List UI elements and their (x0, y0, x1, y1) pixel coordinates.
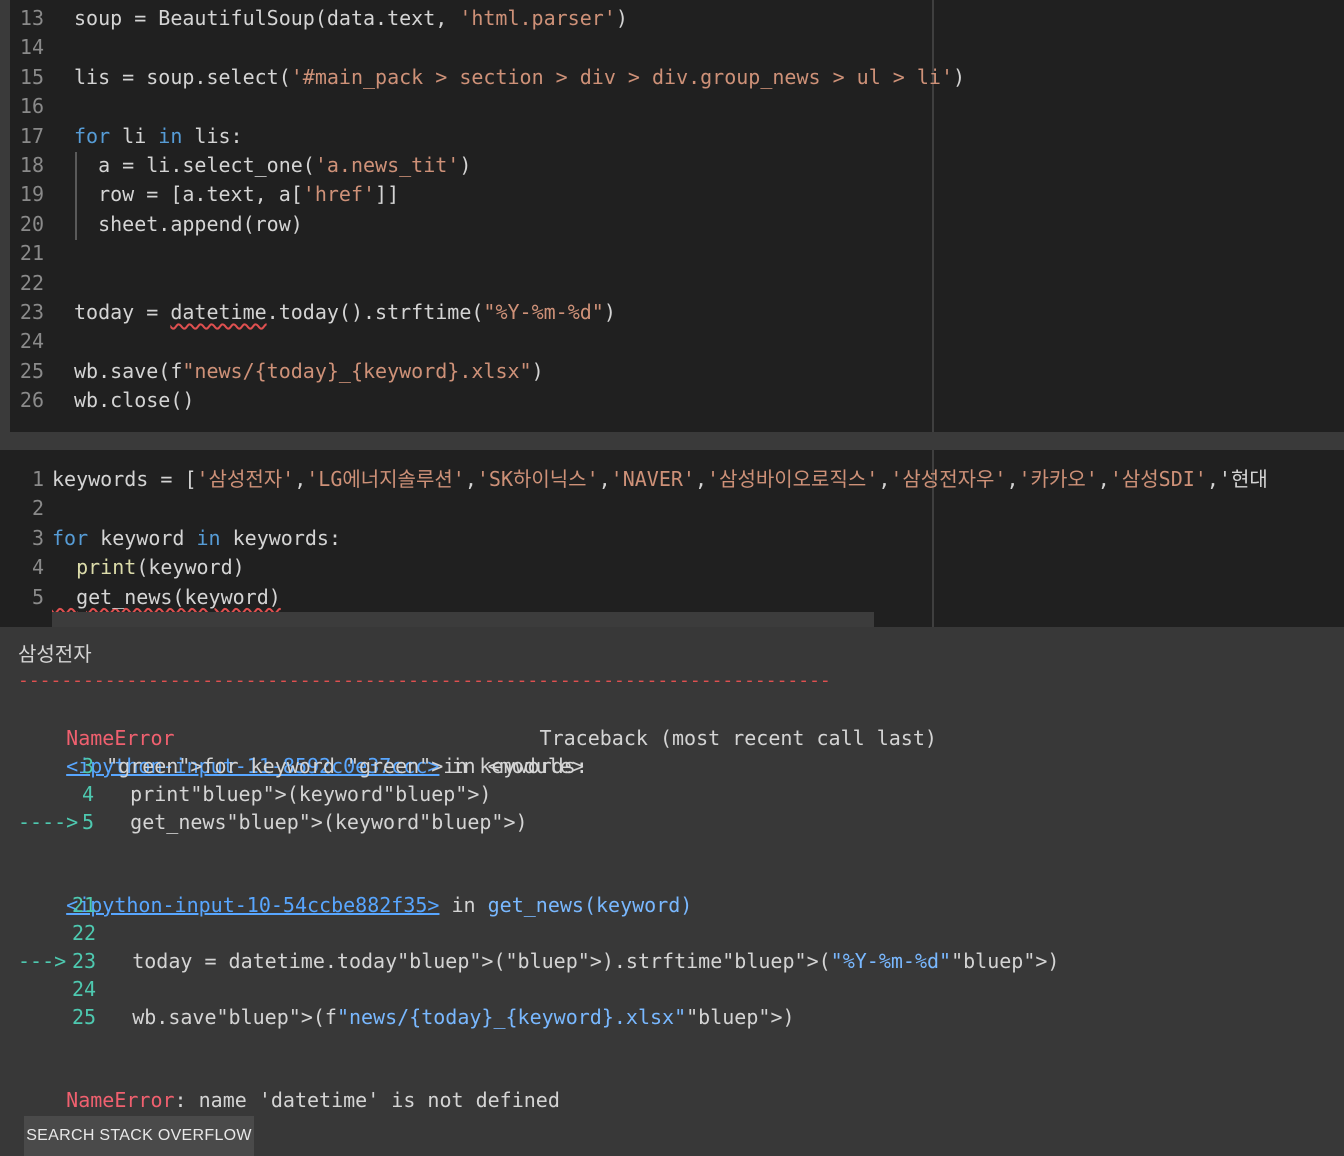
traceback-line: 22 (18, 919, 108, 947)
frame2-context: in (439, 893, 488, 917)
code-text: a = li.select_one('a.news_tit') (74, 153, 472, 177)
final-error-message: : name 'datetime' is not defined (174, 1088, 560, 1112)
traceback-code: today = datetime.today"bluep">("bluep">)… (96, 949, 1060, 973)
line-number: 13 (19, 6, 44, 30)
cell-output: 삼성전자 -----------------------------------… (0, 627, 1344, 1149)
traceback-arrow: ----> (18, 810, 79, 834)
code-cell-2[interactable]: 1 keywords = ['삼성전자','LG에너지솔루션','SK하이닉스',… (0, 450, 1344, 627)
final-error: NameError: name 'datetime' is not define… (18, 1058, 560, 1112)
traceback-line-number: 22 (72, 921, 97, 945)
traceback-header: NameError Traceback (most recent call las… (18, 696, 937, 750)
code-text: wb.save(f"news/{today}_{keyword}.xlsx") (74, 358, 544, 383)
traceback-code: wb.save"bluep">(f"news/{today}_{keyword}… (96, 1005, 795, 1029)
code-text: row = [a.text, a['href']] (74, 182, 400, 207)
line-number: 26 (19, 388, 44, 413)
code-text: lis = soup.select('#main_pack > section … (74, 64, 966, 89)
line-number: 24 (19, 329, 44, 354)
traceback-code: get_news"bluep">(keyword"bluep">) (94, 810, 528, 834)
traceback-code (96, 893, 108, 917)
traceback-line-number: 21 (72, 893, 97, 917)
code-text: wb.close() (74, 388, 195, 413)
line-number: 15 (19, 64, 44, 89)
line-number: 4 (31, 555, 44, 580)
traceback-code (96, 921, 108, 945)
traceback-title: Traceback (most recent call last) (539, 726, 937, 750)
traceback-code: print"bluep">(keyword"bluep">) (94, 782, 492, 806)
traceback-divider: ----------------------------------------… (18, 670, 831, 691)
code-text: for keyword in keywords: (52, 525, 342, 550)
line-number: 17 (19, 123, 44, 148)
traceback-line: 21 (18, 891, 108, 919)
cell-selection-bar (0, 0, 10, 432)
code-text: for li in lis: (74, 123, 243, 148)
line-number: 14 (19, 35, 44, 60)
traceback-line: 25 wb.save"bluep">(f"news/{today}_{keywo… (18, 1003, 795, 1031)
frame1-header: <ipython-input-11-8592c0e37ccc> in <modu… (18, 724, 584, 778)
code-text: get_news(keyword) (52, 584, 281, 609)
traceback-line-number: 23 (72, 949, 97, 973)
frame2-header: <ipython-input-10-54ccbe882f35> in get_n… (18, 863, 692, 917)
code-cell-1[interactable]: 13 soup = BeautifulSoup(data.text, 'html.… (0, 0, 1344, 432)
line-number: 19 (19, 182, 44, 207)
code-text: soup = BeautifulSoup(data.text, 'html.pa… (74, 6, 628, 30)
line-number: 21 (19, 241, 44, 266)
traceback-line: ---> 23 today = datetime.today"bluep">("b… (18, 947, 1059, 975)
stdout-text: 삼성전자 (18, 642, 92, 666)
code-text: sheet.append(row) (74, 211, 303, 236)
traceback-line: 3 "green">for keyword "green">in keyword… (18, 752, 588, 780)
traceback-line-number: 3 (82, 754, 95, 778)
line-number: 1 (31, 467, 44, 491)
traceback-line-number: 25 (72, 1005, 97, 1029)
line-number: 5 (31, 584, 44, 609)
code-text: today = datetime.today().strftime("%Y-%m… (74, 300, 616, 324)
traceback-line: 24 (18, 975, 108, 1003)
line-number: 3 (31, 525, 44, 550)
line-number: 20 (19, 211, 44, 236)
line-number: 2 (31, 496, 44, 521)
traceback-line-number: 4 (82, 782, 95, 806)
traceback-arrow: ---> (18, 949, 67, 973)
traceback-code: "green">for keyword "green">in keywords: (106, 754, 588, 778)
traceback-code (96, 977, 108, 1001)
cell-separator (0, 432, 1344, 450)
frame2-link[interactable]: <ipython-input-10-54ccbe882f35> (66, 893, 439, 917)
traceback-line-number: 24 (72, 977, 97, 1001)
line-number: 18 (19, 153, 44, 177)
code-text: keywords = ['삼성전자','LG에너지솔루션','SK하이닉스','… (52, 467, 1268, 491)
horizontal-scrollbar[interactable] (52, 612, 874, 627)
traceback-line-number: 5 (82, 810, 95, 834)
frame2-function: get_news(keyword) (487, 893, 693, 917)
code-text: print(keyword) (76, 555, 245, 580)
line-number: 22 (19, 270, 44, 295)
traceback-line: ----> 5 get_news"bluep">(keyword"bluep">) (18, 808, 528, 836)
search-stack-overflow-button[interactable]: SEARCH STACK OVERFLOW (24, 1116, 254, 1156)
line-number: 25 (19, 358, 44, 383)
final-error-type: NameError (66, 1088, 175, 1112)
line-number: 16 (19, 94, 44, 119)
line-number: 23 (19, 300, 44, 324)
traceback-line: 4 print"bluep">(keyword"bluep">) (18, 780, 491, 808)
